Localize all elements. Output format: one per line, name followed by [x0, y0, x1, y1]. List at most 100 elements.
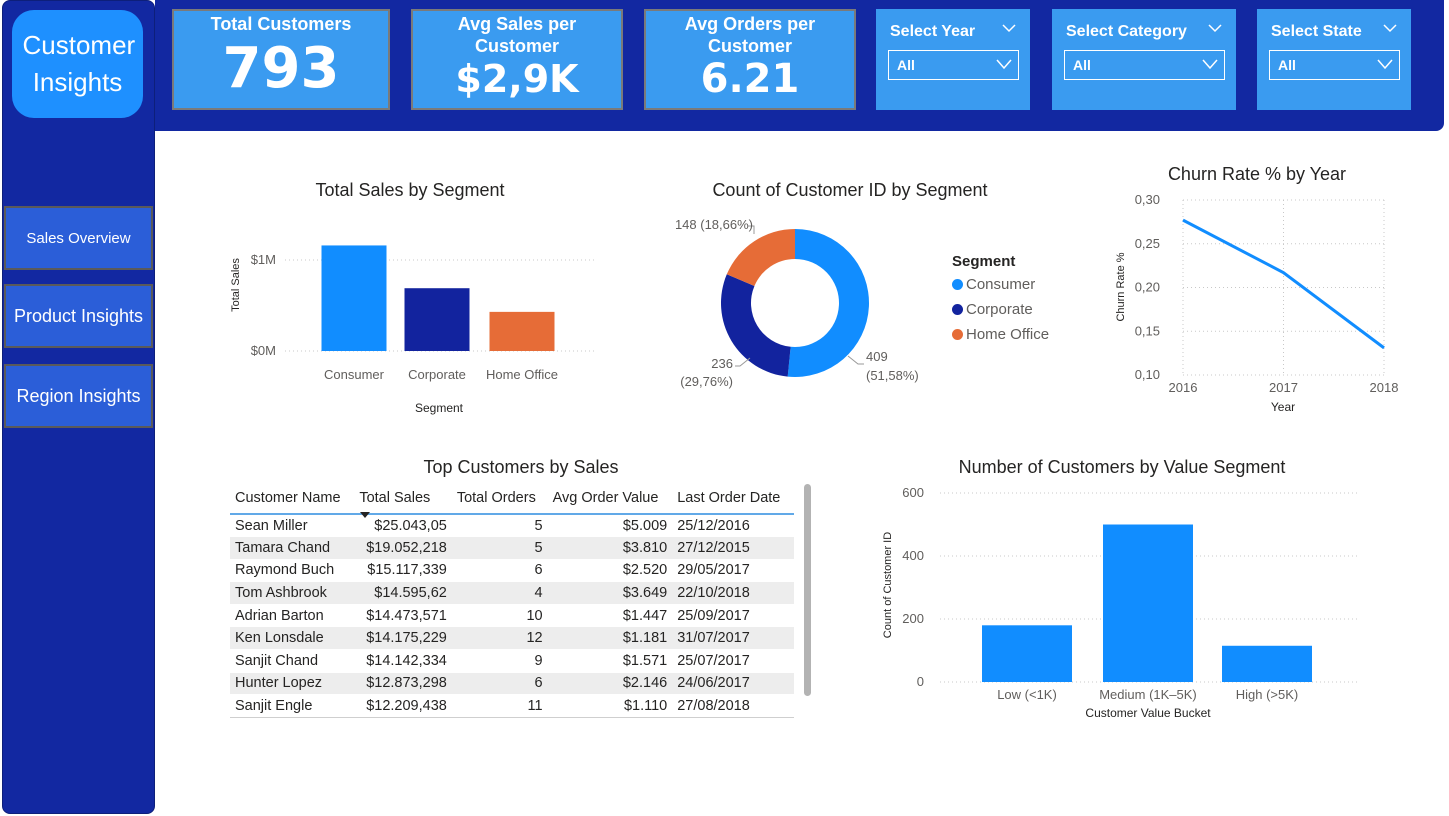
- table-row[interactable]: Tom Ashbrook $14.595,62 4 $3.649 22/10/2018: [230, 581, 794, 605]
- y-tick-label: 0,15: [1135, 323, 1160, 338]
- table-cell: $19.052,218: [366, 539, 447, 556]
- nav-label: Region Insights: [16, 385, 141, 406]
- column-header[interactable]: Total Orders: [452, 482, 548, 514]
- table-scrollbar[interactable]: [804, 484, 811, 696]
- nav-region-insights-button[interactable]: Region Insights: [4, 364, 153, 428]
- state-dropdown[interactable]: All: [1269, 50, 1400, 80]
- table-row[interactable]: Hunter Lopez $12.873,298 6 $2.146 24/06/2017: [230, 672, 794, 695]
- bar-consumer: [321, 245, 387, 351]
- table-cell: 6: [534, 675, 543, 692]
- column-header-label: Last Order Date: [677, 489, 781, 506]
- donut-slice-consumer: [787, 229, 869, 377]
- table-cell: 27/12/2015: [677, 539, 750, 556]
- slicer-category: Select Category All: [1052, 9, 1236, 110]
- legend-item[interactable]: Corporate: [952, 301, 1049, 318]
- chart-title-churn-rate: Churn Rate % by Year: [1167, 164, 1347, 184]
- nav-product-insights-button[interactable]: Product Insights: [4, 284, 153, 348]
- app-logo-title: Customer Insights: [12, 10, 143, 118]
- kpi-value: $2,9K: [455, 57, 579, 101]
- y-tick-label: $1M: [251, 252, 276, 267]
- bar-value-bucket: [1103, 524, 1193, 682]
- table-cell: $1.447: [622, 607, 668, 624]
- column-header-label: Total Sales: [359, 489, 431, 506]
- chevron-down-icon[interactable]: [1002, 23, 1016, 33]
- table-cell: 4: [534, 585, 543, 602]
- slicer-title: Select State: [1271, 23, 1362, 40]
- chevron-down-icon: [1202, 59, 1218, 70]
- table-row[interactable]: Ken Lonsdale $14.175,229 12 $1.181 31/07/201…: [230, 626, 794, 650]
- y-tick-label: 0,20: [1135, 280, 1160, 295]
- churn-rate-line-chart: 0,10 0,15 0,20 0,25 0,30 2016 2017 2018 Year Chur…: [1115, 192, 1398, 414]
- table-cell: 6: [534, 562, 543, 579]
- table-cell: $5.009: [622, 517, 668, 534]
- table-row[interactable]: Tamara Chand $19.052,218 5 $3.810 27/12/2015: [230, 536, 794, 560]
- table-cell: Tom Ashbrook: [235, 585, 327, 602]
- table-cell: Adrian Barton: [235, 607, 324, 624]
- legend-label: Home Office: [966, 326, 1050, 343]
- legend-item[interactable]: Home Office: [952, 326, 1049, 343]
- chart-title-value-segment: Number of Customers by Value Segment: [958, 457, 1286, 477]
- value-segment-bar-chart: 0 200 400 600 Low (<1K) Medium (1K–5K) High (>…: [882, 485, 1360, 720]
- table-cell: 22/10/2018: [677, 585, 750, 602]
- kpi-title: Avg Sales per Customer: [457, 14, 577, 56]
- leader-line: [735, 357, 751, 367]
- column-header[interactable]: Last Order Date: [672, 482, 794, 514]
- table-cell: 25/07/2017: [677, 652, 750, 669]
- y-tick-label: 0,25: [1135, 236, 1160, 251]
- chevron-down-icon[interactable]: [1208, 23, 1222, 33]
- table-cell: $1.571: [622, 652, 668, 669]
- nav-label: Product Insights: [13, 305, 144, 326]
- column-header-label: Total Orders: [456, 489, 536, 506]
- x-axis-title: Year: [1271, 400, 1295, 414]
- nav-sales-overview-button[interactable]: Sales Overview: [4, 206, 153, 270]
- legend-dot-icon: [952, 279, 963, 290]
- table-cell: $3.810: [622, 539, 668, 556]
- legend-item[interactable]: Consumer: [952, 276, 1049, 293]
- dropdown-value: All: [897, 57, 915, 73]
- table-cell: 31/07/2017: [677, 630, 750, 647]
- table-cell: $1.181: [622, 630, 668, 647]
- y-axis-title: Count of Customer ID: [882, 532, 894, 638]
- table-row[interactable]: Adrian Barton $14.473,571 10 $1.447 25/09/20…: [230, 604, 794, 627]
- legend-dot-icon: [952, 329, 963, 340]
- table-title: Top Customers by Sales: [423, 457, 619, 477]
- sales-by-segment-chart: $0M $1M Consumer Corporate Home Office Segmen…: [230, 245, 595, 415]
- kpi-card-avg-orders: Avg Orders per Customer 6.21: [644, 9, 856, 110]
- table-cell: Raymond Buch: [235, 562, 335, 579]
- table-row[interactable]: Sean Miller $25.043,05 5 $5.009 25/12/2016: [230, 514, 794, 537]
- table-cell: 27/08/2018: [677, 698, 750, 715]
- table-row[interactable]: Raymond Buch $15.117,339 6 $2.520 29/05/2017: [230, 559, 794, 582]
- year-dropdown[interactable]: All: [888, 50, 1019, 80]
- table-cell: 11: [527, 698, 543, 715]
- chevron-down-icon[interactable]: [1383, 23, 1397, 33]
- table-cell: 29/05/2017: [677, 562, 750, 579]
- chevron-down-icon: [996, 59, 1012, 70]
- legend-label: Consumer: [966, 276, 1036, 293]
- table-cell: $14.473,571: [366, 607, 447, 624]
- table-row[interactable]: Sanjit Engle $12.209,438 11 $1.110 27/08/201…: [230, 695, 794, 718]
- table-cell: $2.520: [622, 562, 668, 579]
- table-cell: $14.175,229: [366, 630, 447, 647]
- x-axis-title: Customer Value Bucket: [1085, 706, 1211, 720]
- column-header[interactable]: Avg Order Value: [548, 482, 673, 514]
- kpi-card-total-customers: Total Customers 793: [172, 9, 390, 110]
- legend-label: Corporate: [966, 301, 1033, 318]
- table-header-row: Customer Name Total Sales Total Orders Avg …: [230, 482, 794, 518]
- y-axis-title: Total Sales: [230, 258, 242, 312]
- x-axis-title: Segment: [415, 401, 464, 415]
- x-tick-label: Low (<1K): [997, 687, 1057, 702]
- table-cell: 12: [526, 630, 543, 647]
- table-cell: 25/09/2017: [677, 607, 750, 624]
- donut-legend: Segment Consumer Corporate Home Office: [952, 253, 1049, 343]
- table-row[interactable]: Sanjit Chand $14.142,334 9 $1.571 25/07/2017: [230, 650, 794, 673]
- y-axis-title: Churn Rate %: [1115, 252, 1127, 321]
- bar-corporate: [404, 288, 470, 351]
- kpi-title: Total Customers: [210, 14, 352, 34]
- x-tick-label: Medium (1K–5K): [1099, 687, 1197, 702]
- table-cell: Sanjit Engle: [235, 698, 313, 715]
- table-cell: $3.649: [622, 585, 668, 602]
- column-header[interactable]: Customer Name: [230, 482, 354, 514]
- category-dropdown[interactable]: All: [1064, 50, 1225, 80]
- column-header[interactable]: Total Sales: [354, 482, 452, 518]
- y-tick-label: 0,30: [1135, 192, 1160, 207]
